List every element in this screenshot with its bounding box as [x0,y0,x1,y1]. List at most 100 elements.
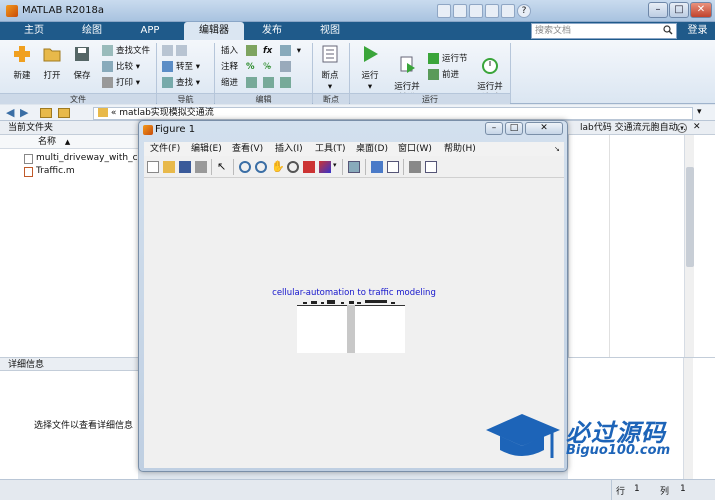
paste-quick-icon[interactable] [485,4,499,18]
scrollbar-thumb[interactable] [686,167,694,267]
percent-comment-icon[interactable]: % [246,61,255,74]
find-label: 查找 [176,78,194,88]
ribbon: 新建 打开 保存 查找文件 比较 ▾ 打印 ▾ 文件 转至 ▾ 查找 ▾ 导航 … [0,40,715,104]
insert-cell-icon[interactable]: ▾ [280,45,301,58]
show-tools-icon[interactable] [425,161,437,173]
legend-icon[interactable] [387,161,399,173]
cut-quick-icon[interactable] [453,4,467,18]
folder-icon [98,108,108,117]
run-section-button[interactable]: 运行节 [428,53,468,66]
zoom-out-icon[interactable] [255,161,267,173]
find-files-button[interactable]: 查找文件 [102,45,150,58]
fx-button[interactable]: fx [263,45,272,58]
undo-quick-icon[interactable] [501,4,515,18]
breakpoints-button[interactable]: 断点 ▾ [316,44,344,93]
minimize-button[interactable]: – [648,2,668,18]
current-path[interactable]: « matlab实现模拟交通流 [93,107,693,120]
close-button[interactable]: ✕ [690,2,712,18]
editor-body[interactable] [568,135,715,357]
search-input[interactable]: 搜索文档 [531,23,677,39]
path-separator: « [110,108,117,118]
compare-label: 比较 [116,62,134,72]
copy-quick-icon[interactable] [469,4,483,18]
print-figure-icon[interactable] [195,161,207,173]
file-browser: 名称 ▲ multi_driveway_with_cro Traffic.m [0,135,138,357]
save-figure-icon[interactable] [179,161,191,173]
editor-scrollbar[interactable] [684,135,694,357]
help-quick-icon[interactable]: ? [517,4,531,18]
file-item[interactable]: Traffic.m [0,165,138,178]
file-item[interactable]: multi_driveway_with_cro [0,152,138,165]
column-name-label: 名称 [38,137,57,147]
login-button[interactable]: 登录 [680,22,715,40]
column-header-name[interactable]: 名称 ▲ [0,135,138,149]
brush-icon[interactable] [319,161,331,173]
link-plot-icon[interactable] [348,161,360,173]
panel-close-icon[interactable]: ✕ [693,122,701,132]
colorbar-icon[interactable] [371,161,383,173]
forward-arrow-icon[interactable]: ▶ [20,107,28,119]
pan-hand-icon[interactable]: ✋ [271,161,285,173]
increase-indent-icon[interactable] [280,77,294,90]
plot-axes-right[interactable] [355,305,405,353]
browse-folder-icon[interactable] [58,108,70,118]
chevron-down-icon[interactable]: ▾ [333,161,337,169]
goto-button[interactable]: 转至 ▾ [162,61,200,74]
save-button[interactable]: 保存 [68,44,96,82]
comment-button[interactable]: 注释 [221,61,238,74]
figure-minimize-button[interactable]: – [485,122,503,135]
wrap-comment-icon[interactable] [280,61,294,74]
open-file-icon[interactable] [163,161,175,173]
panel-options-icon[interactable]: ▾ [677,123,687,133]
hide-tools-icon[interactable] [409,161,421,173]
menu-insert[interactable]: 插入(I) [275,143,303,155]
floppy-icon [75,47,89,61]
figure-close-button[interactable]: ✕ [525,122,563,135]
pointer-icon[interactable]: ↖ [217,161,229,173]
zoom-in-icon[interactable] [239,161,251,173]
nav-arrows[interactable] [162,45,190,58]
menu-tools[interactable]: 工具(T) [315,143,346,155]
file-name: multi_driveway_with_cro [36,153,138,163]
menu-arrow-icon[interactable]: ↘ [554,143,560,155]
maximize-button[interactable]: □ [669,2,689,18]
insert-button[interactable]: 插入 [221,45,238,58]
data-cursor-icon[interactable] [303,161,315,173]
menu-file[interactable]: 文件(F) [150,143,180,155]
print-button[interactable]: 打印 ▾ [102,77,140,90]
plot-title: cellular-automation to traffic modeling [272,288,436,298]
figure-maximize-button[interactable]: □ [505,122,523,135]
new-figure-icon[interactable] [147,161,159,173]
smart-indent-icon[interactable] [246,77,260,90]
search-icon[interactable] [663,25,673,35]
menu-desktop[interactable]: 桌面(D) [356,143,388,155]
tab-editor[interactable]: 编辑器 [184,22,244,40]
up-folder-icon[interactable] [40,108,52,118]
uncomment-icon[interactable]: %̶ [263,61,271,74]
run-button[interactable]: 运行 ▾ [356,44,384,93]
indent-button[interactable]: 缩进 [221,77,238,90]
menu-edit[interactable]: 编辑(E) [191,143,222,155]
menu-view[interactable]: 查看(V) [232,143,263,155]
compare-button[interactable]: 比较 ▾ [102,61,140,74]
save-quick-icon[interactable] [437,4,451,18]
tab-view[interactable]: 视图 [308,22,352,40]
insert-section-icon[interactable] [246,45,260,58]
back-arrow-icon[interactable]: ◀ [6,107,14,119]
new-button[interactable]: 新建 [8,44,36,82]
tab-plots[interactable]: 绘图 [70,22,114,40]
path-dropdown-icon[interactable]: ▾ [697,107,702,117]
advance-button[interactable]: 前进 [428,69,459,82]
tab-publish[interactable]: 发布 [250,22,294,40]
rotate-3d-icon[interactable] [287,161,299,173]
find-button[interactable]: 查找 ▾ [162,77,200,90]
toolbar-separator [342,159,343,175]
tab-apps[interactable]: APP [128,22,172,40]
menu-help[interactable]: 帮助(H) [444,143,476,155]
editor-title: lab代码 交通流元胞自动... [580,123,687,133]
decrease-indent-icon[interactable] [263,77,277,90]
tab-home[interactable]: 主页 [12,22,56,40]
open-button[interactable]: 打开 [38,44,66,82]
menu-window[interactable]: 窗口(W) [398,143,432,155]
details-panel: 选择文件以查看详细信息 [0,371,138,479]
